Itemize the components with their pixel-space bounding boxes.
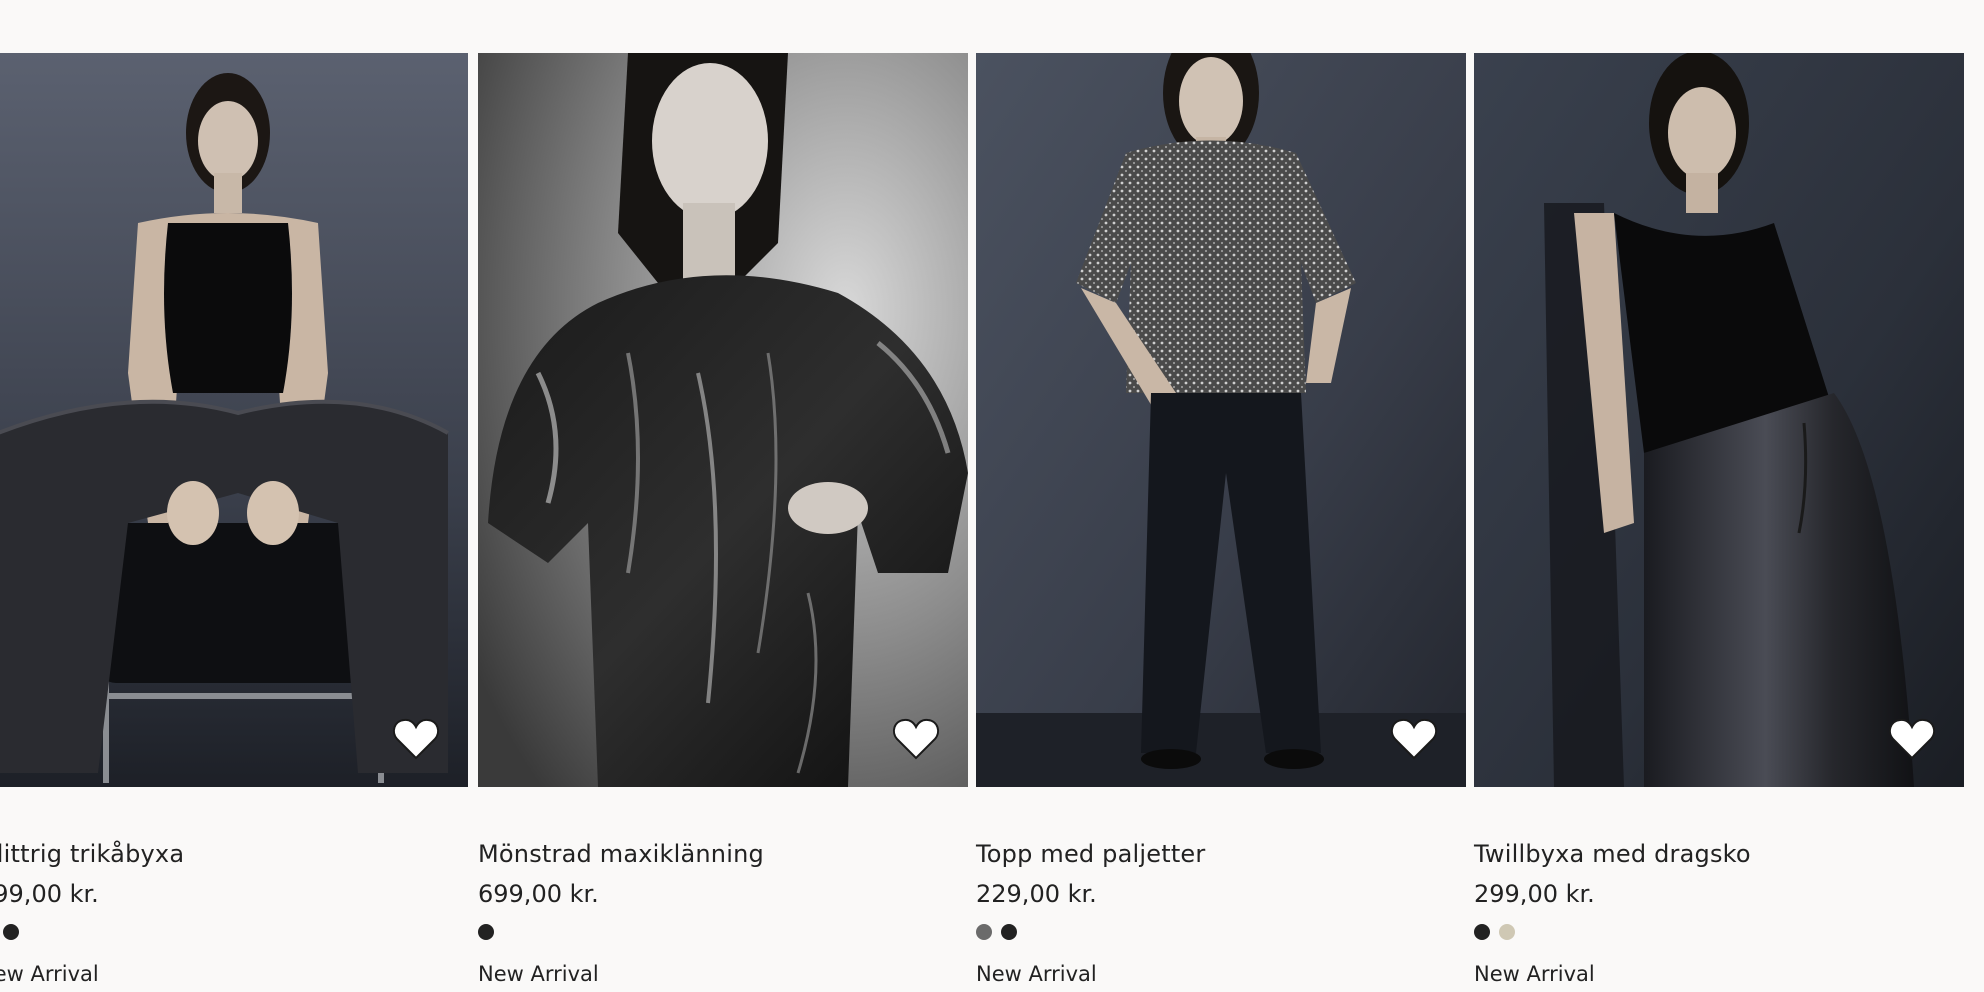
color-swatches [1474,923,1964,941]
color-swatches [0,923,468,941]
product-badge: New Arrival [1474,962,1595,986]
product-price: 299,00 kr. [0,880,99,908]
favorite-button[interactable] [892,717,940,761]
product-photo-sequin-top [976,53,1466,787]
heart-icon [892,718,940,760]
heart-icon [1888,718,1936,760]
color-swatch[interactable] [976,924,992,940]
product-photo-trousers [0,53,468,787]
product-price: 699,00 kr. [478,880,599,908]
product-name[interactable]: Twillbyxa med dragsko [1474,839,1964,869]
product-image[interactable] [478,53,968,787]
color-swatch[interactable] [1474,924,1490,940]
product-carousel: Glittrig trikåbyxa 299,00 kr. New Arriva… [0,53,1984,992]
product-badge: New Arrival [478,962,599,986]
product-badge: New Arrival [976,962,1097,986]
product-card[interactable]: Glittrig trikåbyxa 299,00 kr. New Arriva… [0,53,468,987]
color-swatch[interactable] [1001,924,1017,940]
color-swatch[interactable] [478,924,494,940]
product-name[interactable]: Glittrig trikåbyxa [0,839,468,869]
product-name[interactable]: Topp med paljetter [976,839,1466,869]
product-image[interactable] [976,53,1466,787]
product-image[interactable] [0,53,468,787]
color-swatches [976,923,1466,941]
product-photo-maxi-dress [478,53,968,787]
heart-icon [1390,718,1438,760]
favorite-button[interactable] [1390,717,1438,761]
product-card[interactable]: Mönstrad maxiklänning 699,00 kr. New Arr… [478,53,968,987]
color-swatch[interactable] [3,924,19,940]
color-swatches [478,923,968,941]
heart-icon [392,718,440,760]
product-card[interactable]: Topp med paljetter 229,00 kr. New Arriva… [976,53,1466,987]
product-badge: New Arrival [0,962,99,986]
product-image[interactable] [1474,53,1964,787]
product-photo-twill-trousers [1474,53,1964,787]
product-price: 299,00 kr. [1474,880,1595,908]
product-price: 229,00 kr. [976,880,1097,908]
product-card[interactable]: Twillbyxa med dragsko 299,00 kr. New Arr… [1474,53,1964,987]
favorite-button[interactable] [1888,717,1936,761]
favorite-button[interactable] [392,717,440,761]
color-swatch[interactable] [1499,924,1515,940]
product-name[interactable]: Mönstrad maxiklänning [478,839,968,869]
